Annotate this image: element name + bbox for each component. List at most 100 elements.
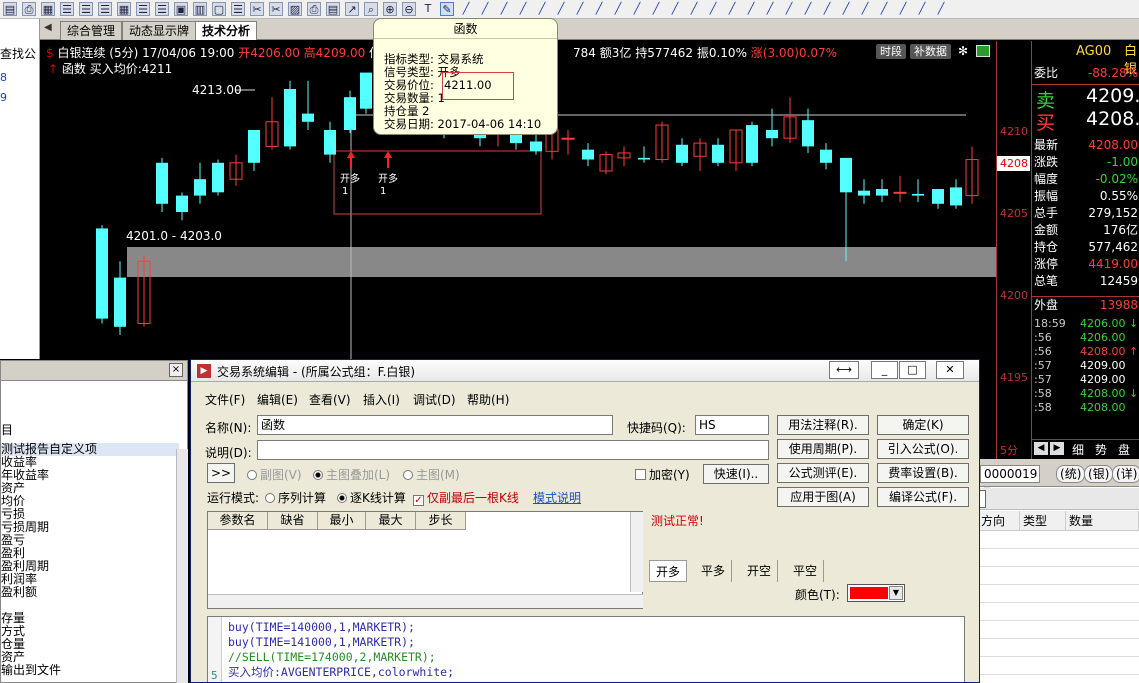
gear-icon[interactable]: ✻ [958,44,968,58]
line-icon[interactable]: ╱ [858,2,872,16]
list-item[interactable]: 目 [1,424,13,437]
menu-file[interactable]: 文件(F) [205,391,245,408]
scroll-right-icon[interactable]: ▶ [1050,442,1064,455]
panel-scrollbar[interactable] [176,449,188,683]
param-col[interactable]: 缺省 [268,512,318,530]
tab-open-long[interactable]: 开多 [649,560,688,582]
text-icon[interactable]: T [421,2,435,16]
tab-technical-analysis[interactable]: 技术分析 [195,21,258,40]
window-icon[interactable]: ▢ [212,2,226,16]
line-icon[interactable]: ╱ [687,2,701,16]
column-header[interactable]: 方向 [978,511,1020,531]
tab-close-long[interactable]: 平多 [695,560,733,582]
param-col[interactable]: 参数名 [208,512,268,530]
close-icon[interactable]: ✕ [936,361,964,379]
line-icon[interactable]: ╱ [725,2,739,16]
cut-icon[interactable]: ✂ [269,2,283,16]
bank-button[interactable]: (银) [1084,465,1114,483]
share-icon[interactable]: ↗ [345,2,359,16]
print-icon[interactable]: ⎙ [22,2,36,16]
tab-open-short[interactable]: 开空 [741,560,779,582]
mode-help-link[interactable]: 模式说明 [533,489,581,506]
tab-trend[interactable]: 势 [1095,441,1107,458]
list-icon[interactable]: ☰ [231,2,245,16]
line-icon[interactable]: ╱ [497,2,511,16]
list-icon[interactable]: ☰ [60,2,74,16]
line-icon[interactable]: ╱ [478,2,492,16]
grid-icon[interactable]: ▦ [117,2,131,16]
use-period-button[interactable]: 使用周期(P). [777,439,869,459]
params-table[interactable]: 参数名 缺省 最小 最大 步长 [207,511,643,609]
line-icon[interactable]: ╱ [915,2,929,16]
menu-help[interactable]: 帮助(H) [467,391,509,408]
line-icon[interactable]: ╱ [877,2,891,16]
line-icon[interactable]: ╱ [820,2,834,16]
image-icon[interactable]: ▨ [288,2,302,16]
color-picker[interactable]: ▼ [847,584,905,602]
dropdown-arrow-icon[interactable]: ▼ [889,586,903,600]
compile-formula-button[interactable]: 编译公式(F). [877,487,969,507]
tab-book[interactable]: 盘 [1118,441,1130,458]
line-icon[interactable]: ╱ [649,2,663,16]
list-icon[interactable]: ☰ [155,2,169,16]
param-col[interactable]: 最小 [318,512,366,530]
line-icon[interactable]: ╱ [896,2,910,16]
import-formula-button[interactable]: 引入公式(O). [877,439,969,459]
period-button[interactable]: 时段 [876,44,906,59]
chart-icon[interactable] [976,45,990,57]
line-icon[interactable]: ╱ [516,2,530,16]
line-icon[interactable]: ╱ [535,2,549,16]
name-field[interactable]: 函数 [257,415,613,435]
minimize-icon[interactable]: _ [871,361,898,379]
param-col[interactable]: 最大 [366,512,416,530]
list-icon[interactable]: ☰ [79,2,93,16]
tab-detail[interactable]: 细 [1072,441,1084,458]
shortcut-field[interactable]: HS [695,415,769,435]
params-scrollbar[interactable] [630,512,643,592]
radio-overlay[interactable]: 主图叠加(L) [313,466,390,483]
tab-scroll-left-icon[interactable]: ◀ [44,22,52,33]
tab-overview[interactable]: 综合管理 [60,21,123,40]
pencil-icon[interactable]: ✎ [440,2,454,16]
line-icon[interactable]: ╱ [554,2,568,16]
column-header[interactable]: 类型 [1020,511,1066,531]
line-icon[interactable]: ╱ [459,2,473,16]
line-icon[interactable]: ╱ [592,2,606,16]
calendar-icon[interactable]: ▣ [174,2,188,16]
param-col[interactable]: 步长 [416,512,466,530]
line-icon[interactable]: ╱ [573,2,587,16]
formula-test-button[interactable]: 公式测评(E). [777,463,869,483]
desc-field[interactable] [257,440,769,460]
search-icon[interactable]: ⌕ [364,2,378,16]
line-icon[interactable]: ╱ [630,2,644,16]
table-icon[interactable]: ▦ [41,2,55,16]
folder-icon[interactable]: ▤ [3,2,17,16]
fill-data-button[interactable]: 补数据 [910,44,951,59]
quick-button[interactable]: 快速(I).. [703,464,769,484]
tab-close-short[interactable]: 平空 [787,560,825,582]
bulletin-icon[interactable]: ▤ [326,2,340,16]
line-icon[interactable]: ╱ [744,2,758,16]
detail-button[interactable]: (详) [1112,465,1139,483]
zoom-in-icon[interactable]: ⊕ [383,2,397,16]
radio-sub[interactable]: 副图(V) [247,466,302,483]
line-icon[interactable]: ╱ [839,2,853,16]
line-icon[interactable]: ╱ [782,2,796,16]
radio-main[interactable]: 主图(M) [403,466,460,483]
tab-dynamic-board[interactable]: 动态显示牌 [122,21,197,40]
ok-button[interactable]: 确定(K) [877,415,969,435]
radio-sequence[interactable]: 序列计算 [265,489,326,506]
line-icon[interactable]: ╱ [668,2,682,16]
list-item[interactable]: 盈利额 [1,586,37,599]
line-icon[interactable]: ╱ [611,2,625,16]
column-header[interactable]: 数量 [1066,511,1139,531]
line-icon[interactable]: ╱ [934,2,948,16]
menu-view[interactable]: 查看(V) [309,391,351,408]
code-editor[interactable]: 5 buy(TIME=140000,1,MARKETR); buy(TIME=14… [207,616,965,682]
stats-button[interactable]: (统) [1056,465,1086,483]
list-item[interactable]: 输出到文件 [1,664,61,677]
last-kline-checkbox[interactable]: ✓ 仅副最后一根K线 [413,489,519,506]
usage-notes-button[interactable]: 用法注释(R). [777,415,869,435]
line-icon[interactable]: ╱ [763,2,777,16]
menu-insert[interactable]: 插入(I) [363,391,400,408]
